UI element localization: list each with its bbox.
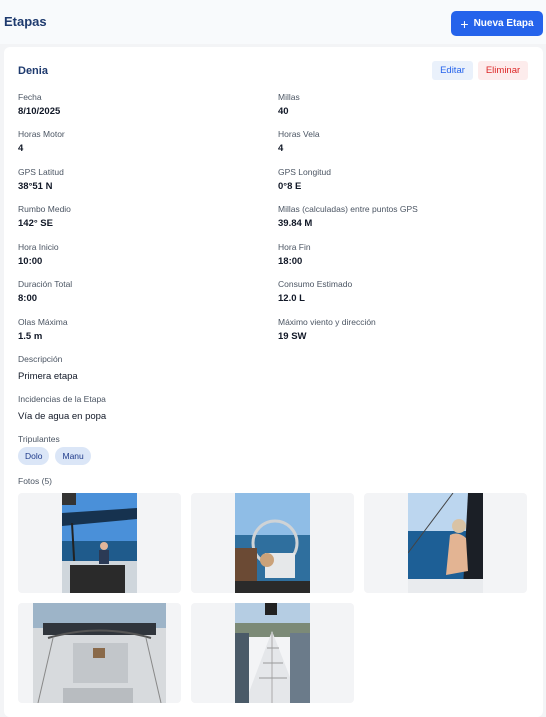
field-olas-maxima: Olas Máxima 1.5 m	[18, 317, 68, 343]
edit-button[interactable]: Editar	[432, 61, 473, 80]
plus-icon: +	[460, 15, 469, 32]
field-value: 12.0 L	[278, 293, 305, 304]
field-label: GPS Latitud	[18, 167, 64, 177]
field-label: Fecha	[18, 92, 42, 102]
field-label: Hora Fin	[278, 242, 311, 252]
field-gps-latitud: GPS Latitud 38°51 N	[18, 167, 64, 193]
field-incidencias: Incidencias de la Etapa Vía de agua en p…	[18, 394, 106, 423]
crew-chip: Manu	[55, 447, 91, 465]
field-value: 8/10/2025	[18, 106, 61, 117]
field-value: 39.84 M	[278, 218, 313, 229]
field-hora-fin: Hora Fin 18:00	[278, 242, 311, 268]
field-label: Duración Total	[18, 279, 73, 289]
delete-button[interactable]: Eliminar	[478, 61, 528, 80]
new-stage-button[interactable]: + Nueva Etapa	[451, 11, 543, 36]
field-value: 4	[18, 143, 24, 154]
photo-thumbnail-1[interactable]	[18, 493, 181, 593]
field-gps-longitud: GPS Longitud 0°8 E	[278, 167, 331, 193]
field-value: 4	[278, 143, 284, 154]
photo-thumbnail-3[interactable]	[364, 493, 527, 593]
top-bar: Etapas + Nueva Etapa	[0, 0, 546, 44]
field-label: Hora Inicio	[18, 242, 59, 252]
field-label: Horas Motor	[18, 129, 65, 139]
field-value: 10:00	[18, 256, 43, 267]
field-duracion-total: Duración Total 8:00	[18, 279, 72, 305]
field-value: 19 SW	[278, 331, 307, 342]
new-stage-label: Nueva Etapa	[473, 18, 534, 29]
field-tripulantes: Tripulantes	[18, 434, 60, 445]
field-label: Descripción	[18, 354, 63, 364]
field-label: Incidencias de la Etapa	[18, 394, 106, 404]
field-label: Consumo Estimado	[278, 279, 353, 289]
crew-list: Dolo Manu	[18, 447, 91, 465]
field-label: Máximo viento y dirección	[278, 317, 376, 327]
photo-thumbnail-5[interactable]	[191, 603, 354, 703]
field-value: 0°8 E	[278, 181, 302, 192]
field-value: Vía de agua en popa	[18, 411, 107, 422]
field-hora-inicio: Hora Inicio 10:00	[18, 242, 59, 268]
field-consumo-estimado: Consumo Estimado 12.0 L	[278, 279, 352, 305]
photos-label: Fotos (5)	[18, 476, 53, 486]
field-millas: Millas 40	[278, 92, 300, 118]
field-label: Millas	[278, 92, 300, 102]
field-rumbo-medio: Rumbo Medio 142° SE	[18, 204, 71, 230]
field-label: Tripulantes	[18, 434, 60, 444]
field-fecha: Fecha 8/10/2025	[18, 92, 60, 118]
photo-thumbnail-2[interactable]	[191, 493, 354, 593]
field-max-viento: Máximo viento y dirección 19 SW	[278, 317, 376, 343]
field-value: 38°51 N	[18, 181, 53, 192]
field-value: 40	[278, 106, 289, 117]
page-title: Etapas	[4, 14, 47, 29]
field-millas-gps: Millas (calculadas) entre puntos GPS 39.…	[278, 204, 418, 230]
stage-name: Denia	[18, 65, 48, 77]
field-value: 1.5 m	[18, 331, 43, 342]
photo-image	[33, 603, 166, 703]
field-horas-vela: Horas Vela 4	[278, 129, 320, 155]
photo-image	[62, 493, 137, 593]
field-value: 8:00	[18, 293, 38, 304]
field-label: Millas (calculadas) entre puntos GPS	[278, 204, 418, 214]
field-value: Primera etapa	[18, 371, 78, 382]
photo-image	[235, 493, 310, 593]
stage-card: Denia Editar Eliminar Fecha 8/10/2025 Mi…	[4, 47, 543, 717]
field-label: Rumbo Medio	[18, 204, 71, 214]
field-label: Horas Vela	[278, 129, 320, 139]
crew-chip: Dolo	[18, 447, 50, 465]
field-value: 18:00	[278, 256, 303, 267]
field-value: 142° SE	[18, 218, 53, 229]
field-descripcion: Descripción Primera etapa	[18, 354, 78, 383]
field-label: Olas Máxima	[18, 317, 68, 327]
photo-image	[235, 603, 310, 703]
photo-image	[408, 493, 483, 593]
photo-thumbnail-4[interactable]	[18, 603, 181, 703]
field-label: GPS Longitud	[278, 167, 331, 177]
field-horas-motor: Horas Motor 4	[18, 129, 65, 155]
